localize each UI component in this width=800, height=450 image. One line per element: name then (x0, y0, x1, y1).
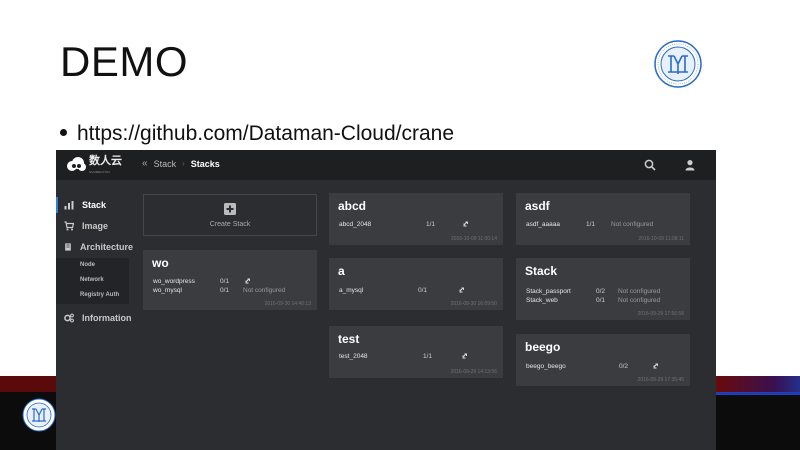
stack-name[interactable]: test (338, 332, 359, 346)
breadcrumb: « Stack › Stacks (142, 158, 220, 169)
breadcrumb-separator-icon: › (182, 159, 185, 168)
service-row: beego_beego 0/2 (526, 363, 686, 371)
stack-timestamp: 2016-10-09 11:00:14 (450, 236, 497, 242)
service-count: 1/1 (586, 221, 596, 228)
stack-name[interactable]: wo (152, 256, 169, 270)
stack-timestamp: 2016-09-29 17:35:45 (637, 377, 684, 383)
service-name[interactable]: a_mysql (339, 287, 363, 294)
stack-icon (64, 201, 74, 210)
service-row: a_mysql 0/1 (339, 287, 499, 295)
sidebar-item-architecture[interactable]: Architecture (56, 238, 133, 256)
sidebar: Stack Image Architecture Node Network Re… (56, 180, 133, 450)
service-name[interactable]: wo_mysql (153, 287, 182, 294)
breadcrumb-stacks: Stacks (190, 158, 220, 169)
plus-square-icon (224, 203, 236, 215)
stack-card-asdf[interactable]: asdf asdf_aaaaa 1/1 Not configured 2016-… (516, 193, 690, 245)
app-logo[interactable]: 数人云 SHURENYUN (66, 154, 122, 176)
architecture-submenu: Node Network Registry Auth (56, 258, 129, 304)
stack-card-wo[interactable]: wo wo_wordpress 0/1 wo_mysql 0/1 Not con… (143, 250, 317, 310)
stack-timestamp: 2016-09-30 16:09:50 (450, 301, 497, 307)
stack-name[interactable]: asdf (525, 199, 550, 213)
logo-english: SHURENYUN (89, 170, 110, 174)
breadcrumb-stack[interactable]: Stack (154, 159, 177, 169)
search-icon[interactable] (644, 159, 656, 171)
stack-name[interactable]: beego (525, 340, 560, 354)
service-name[interactable]: test_2048 (339, 353, 368, 360)
crane-app-window: 数人云 SHURENYUN « Stack › Stacks Stack Ima… (56, 150, 716, 450)
service-row: Stack_passport 0/2 Not configured (526, 288, 686, 296)
footer-band-right (716, 376, 800, 450)
service-status: Not configured (611, 221, 654, 228)
link-icon[interactable] (463, 221, 469, 227)
sidebar-item-label: Stack (82, 200, 107, 210)
sidebar-item-image[interactable]: Image (56, 217, 133, 235)
collapse-sidebar-icon[interactable]: « (142, 158, 148, 169)
stack-card-abcd[interactable]: abcd abcd_2048 1/1 2016-10-09 11:00:14 (329, 193, 503, 245)
user-icon[interactable] (684, 159, 696, 171)
university-seal-icon (654, 40, 702, 88)
create-stack-label: Create Stack (209, 221, 251, 228)
stack-card-test[interactable]: test test_2048 1/1 2016-09-29 14:13:56 (329, 326, 503, 378)
cart-icon (64, 221, 74, 231)
sidebar-item-label: Architecture (79, 242, 133, 252)
submenu-item-node[interactable]: Node (80, 262, 95, 268)
service-count: 1/1 (426, 221, 436, 228)
slide-title: DEMO (60, 38, 188, 85)
stack-timestamp: 2016-09-30 14:40:13 (264, 301, 311, 307)
service-name[interactable]: asdf_aaaaa (526, 221, 560, 228)
repo-url: https://github.com/Dataman-Cloud/crane (77, 122, 455, 145)
service-count: 0/1 (220, 287, 230, 294)
create-stack-button[interactable]: Create Stack (143, 194, 317, 236)
logo-chinese: 数人云 (89, 154, 122, 167)
service-name[interactable]: wo_wordpress (153, 278, 195, 285)
service-name[interactable]: beego_beego (526, 363, 566, 370)
service-row: test_2048 1/1 (339, 353, 499, 361)
stack-card-beego[interactable]: beego beego_beego 0/2 2016-09-29 17:35:4… (516, 334, 690, 386)
slide-bullet: https://github.com/Dataman-Cloud/crane (60, 122, 454, 146)
service-status: Not configured (243, 287, 286, 294)
service-count: 0/2 (596, 288, 606, 295)
service-count: 0/1 (418, 287, 428, 294)
stack-name[interactable]: Stack (525, 264, 557, 278)
stack-timestamp: 2016-09-29 17:56:58 (637, 311, 684, 317)
service-name[interactable]: Stack_passport (526, 288, 571, 295)
link-icon[interactable] (459, 287, 465, 293)
service-row: asdf_aaaaa 1/1 Not configured (526, 221, 686, 229)
stack-timestamp: 2016-09-29 14:13:56 (450, 369, 497, 375)
link-icon[interactable] (462, 353, 468, 359)
service-status: Not configured (618, 297, 661, 304)
sidebar-item-label: Image (82, 221, 109, 231)
server-icon (65, 243, 71, 251)
link-icon[interactable] (245, 278, 251, 284)
bullet-dot (60, 128, 67, 136)
service-count: 0/1 (220, 278, 230, 285)
stack-name[interactable]: abcd (338, 199, 366, 213)
link-icon[interactable] (653, 363, 659, 369)
service-name[interactable]: Stack_web (526, 297, 558, 304)
stack-name[interactable]: a (338, 264, 345, 278)
sidebar-item-label: Information (82, 313, 132, 323)
service-row: Stack_web 0/1 Not configured (526, 297, 686, 305)
service-count: 1/1 (423, 353, 433, 360)
service-row: wo_mysql 0/1 Not configured (153, 287, 313, 295)
submenu-item-network[interactable]: Network (80, 277, 104, 283)
service-name[interactable]: abcd_2048 (339, 221, 371, 228)
university-seal-small-icon (22, 398, 56, 432)
stack-card-a[interactable]: a a_mysql 0/1 2016-09-30 16:09:50 (329, 258, 503, 310)
service-count: 0/2 (619, 363, 629, 370)
stack-card-stack[interactable]: Stack Stack_passport 0/2 Not configured … (516, 258, 690, 320)
submenu-item-registry-auth[interactable]: Registry Auth (80, 292, 119, 298)
service-row: abcd_2048 1/1 (339, 221, 499, 229)
service-row: wo_wordpress 0/1 (153, 278, 313, 286)
service-count: 0/1 (596, 297, 606, 304)
cloud-logo-icon (67, 157, 86, 171)
gears-icon (64, 313, 74, 323)
top-bar: 数人云 SHURENYUN « Stack › Stacks (56, 150, 716, 180)
sidebar-item-information[interactable]: Information (56, 309, 133, 327)
sidebar-item-stack[interactable]: Stack (56, 196, 133, 214)
stack-timestamp: 2016-10-09 11:08:11 (638, 236, 684, 242)
service-status: Not configured (618, 288, 661, 295)
